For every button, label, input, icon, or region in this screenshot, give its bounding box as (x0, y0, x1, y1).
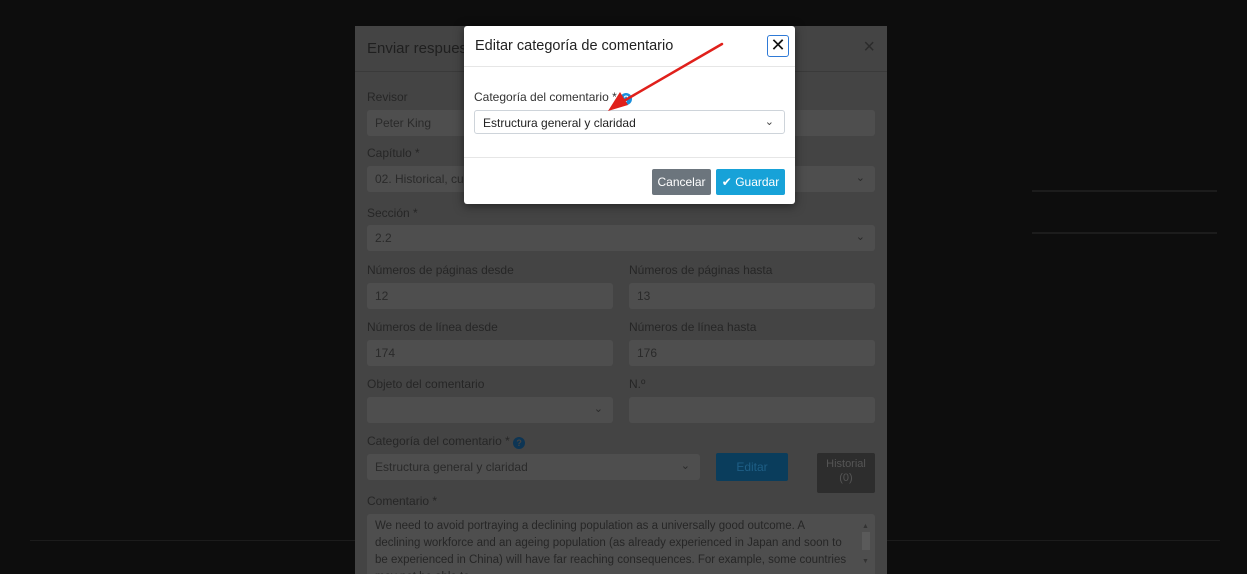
comment-object-label: Objeto del comentario (367, 377, 485, 391)
edit-category-button[interactable]: Editar (716, 453, 788, 481)
scroll-thumb[interactable] (862, 532, 870, 550)
comment-text: We need to avoid portraying a declining … (375, 520, 847, 574)
background-divider (1032, 190, 1217, 192)
chevron-down-icon: ⌄ (680, 460, 690, 472)
close-icon[interactable]: × (863, 36, 875, 59)
background-divider (1032, 232, 1217, 234)
section-value: 2.2 (375, 231, 392, 245)
chevron-down-icon: ⌄ (855, 172, 865, 184)
section-select[interactable]: 2.2 ⌄ (367, 225, 875, 251)
scroll-down-arrow[interactable]: ▼ (862, 553, 869, 570)
question-circle-icon[interactable]: ? (620, 93, 633, 105)
line-from-field[interactable]: 174 (367, 340, 613, 366)
page-to-field[interactable]: 13 (629, 283, 875, 309)
dialog-title: Editar categoría de comentario (475, 38, 674, 54)
history-label: Historial (826, 458, 866, 470)
chevron-down-icon: ⌄ (855, 231, 865, 243)
history-count: (0) (839, 472, 853, 484)
category-label: Categoría del comentario * ? (367, 434, 526, 449)
comment-label: Comentario * (367, 494, 438, 508)
chapter-label: Capítulo * (367, 146, 420, 160)
reviewer-label: Revisor (367, 90, 408, 104)
modal-title: Enviar respuesta (367, 40, 480, 57)
cancel-button[interactable]: Cancelar (652, 169, 711, 195)
question-circle-icon[interactable]: ? (513, 437, 526, 449)
number-label: N.º (629, 377, 646, 391)
check-icon: ✔ (721, 175, 732, 189)
section-label: Sección * (367, 206, 418, 220)
line-to-field[interactable]: 176 (629, 340, 875, 366)
chevron-down-icon: ⌄ (593, 403, 603, 415)
category-select[interactable]: Estructura general y claridad ⌄ (367, 454, 700, 480)
page-to-label: Números de páginas hasta (629, 263, 773, 277)
number-field[interactable] (629, 397, 875, 423)
close-button[interactable]: ✕ (767, 35, 789, 57)
chapter-value: 02. Historical, curre (375, 172, 479, 186)
category-selected-value: Estructura general y claridad (483, 116, 636, 130)
close-icon: ✕ (770, 35, 786, 55)
dialog-footer: Cancelar ✔ Guardar (464, 157, 795, 204)
line-from-label: Números de línea desde (367, 320, 498, 334)
history-button[interactable]: Historial (0) (817, 453, 875, 493)
comment-object-select[interactable]: ⌄ (367, 397, 613, 423)
comment-textarea[interactable]: We need to avoid portraying a declining … (367, 514, 875, 574)
category-select[interactable]: Estructura general y claridad ⌄ (474, 110, 785, 134)
category-value: Estructura general y claridad (375, 460, 528, 474)
category-label-text: Categoría del comentario * (367, 434, 510, 448)
save-button[interactable]: ✔ Guardar (716, 169, 785, 195)
category-label-text: Categoría del comentario * (474, 90, 617, 104)
dialog-header: Editar categoría de comentario ✕ (464, 26, 795, 67)
page-from-label: Números de páginas desde (367, 263, 514, 277)
page-from-field[interactable]: 12 (367, 283, 613, 309)
category-field-label: Categoría del comentario * ? (474, 90, 633, 105)
edit-category-dialog: Editar categoría de comentario ✕ Categor… (464, 26, 795, 204)
chevron-down-icon: ⌄ (764, 116, 774, 128)
line-to-label: Números de línea hasta (629, 320, 757, 334)
comment-scrollbar[interactable]: ▲ ▼ (861, 518, 871, 570)
save-label: Guardar (735, 175, 780, 189)
